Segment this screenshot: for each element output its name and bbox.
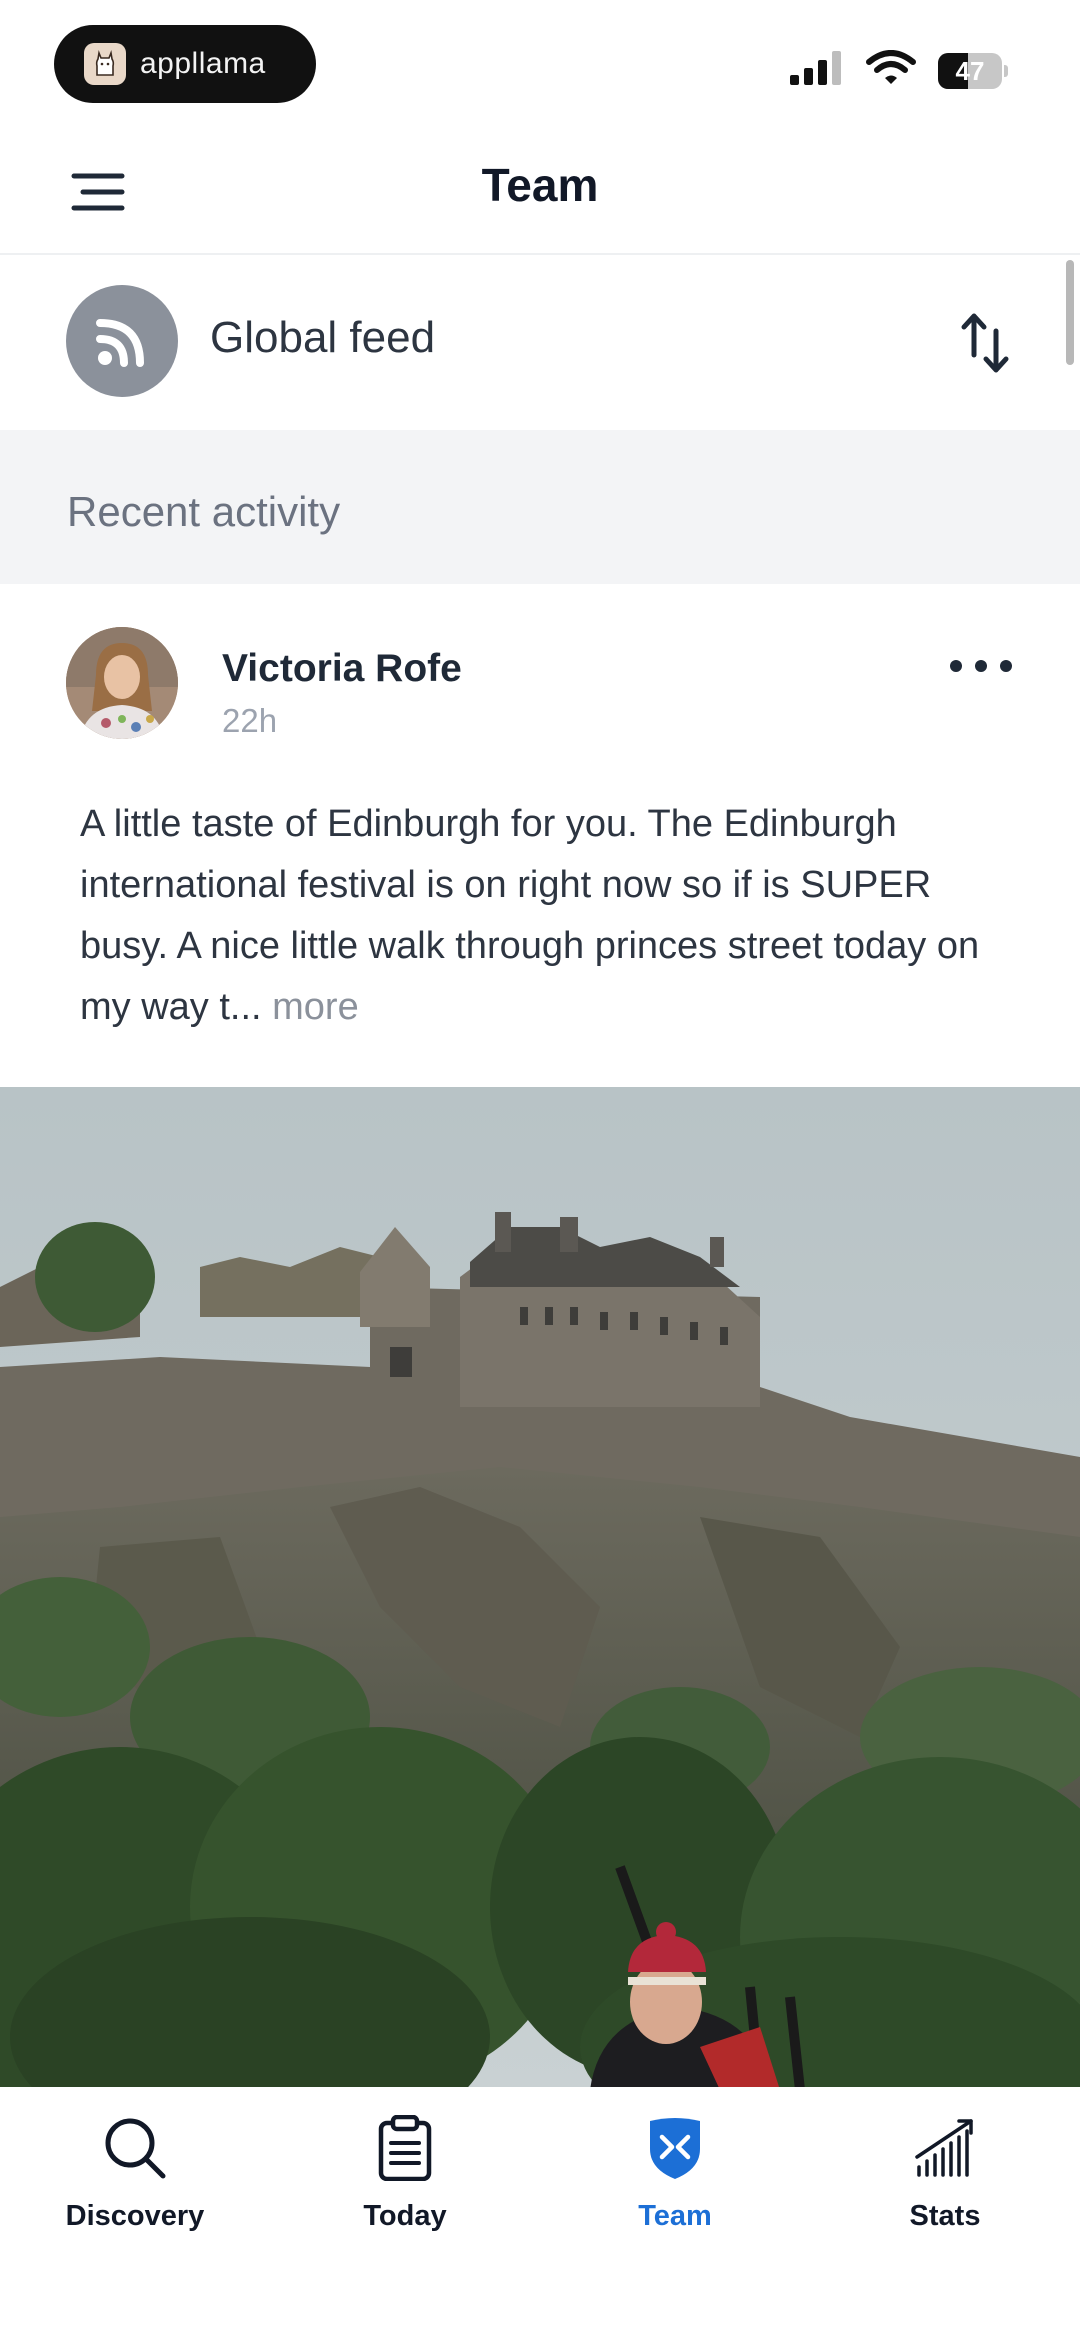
- search-icon: [0, 2112, 270, 2184]
- post-timestamp: 22h: [222, 702, 278, 739]
- cellular-signal-icon: [790, 51, 844, 90]
- sort-arrows-icon[interactable]: [950, 305, 1020, 381]
- recent-activity-section: Recent activity: [0, 430, 1080, 584]
- post-text: A little taste of Edinburgh for you. The…: [80, 803, 980, 1028]
- stats-chart-icon: [810, 2112, 1080, 2184]
- feed-selector[interactable]: Global feed: [0, 255, 1080, 430]
- tab-label: Team: [638, 2200, 712, 2232]
- llama-logo-icon: [84, 43, 126, 85]
- team-shield-icon: [540, 2112, 810, 2184]
- app-name: appllama: [140, 47, 266, 80]
- clipboard-icon: [270, 2112, 540, 2184]
- scrollbar[interactable]: [1066, 260, 1074, 365]
- navigation-header: Team: [0, 130, 1080, 255]
- app-indicator-pill[interactable]: appllama: [54, 25, 316, 103]
- author-name[interactable]: Victoria Rofe: [222, 647, 462, 691]
- post-photo[interactable]: [0, 1087, 1080, 2090]
- more-horizontal-icon[interactable]: [950, 646, 1012, 686]
- tab-today[interactable]: Today: [270, 2112, 540, 2252]
- read-more-link[interactable]: more: [272, 986, 359, 1028]
- tab-discovery[interactable]: Discovery: [0, 2112, 270, 2252]
- tab-team[interactable]: Team: [540, 2112, 810, 2252]
- post-body: A little taste of Edinburgh for you. The…: [80, 794, 1010, 1038]
- status-bar: appllama 47: [0, 0, 1080, 130]
- system-status-icons: 47: [790, 50, 1008, 91]
- tab-label: Discovery: [65, 2200, 205, 2232]
- tab-label: Today: [363, 2200, 447, 2232]
- battery-percentage: 47: [955, 55, 985, 86]
- page-title: Team: [481, 159, 599, 211]
- rss-feed-icon: [66, 285, 178, 397]
- tab-label: Stats: [909, 2200, 981, 2232]
- section-title: Recent activity: [67, 488, 341, 535]
- wifi-icon: [866, 50, 916, 91]
- bottom-tab-bar: Discovery Today Team Stats: [0, 2087, 1080, 2337]
- tab-stats[interactable]: Stats: [810, 2112, 1080, 2252]
- battery-icon: 47: [938, 52, 1008, 89]
- avatar[interactable]: [66, 627, 178, 739]
- feed-label: Global feed: [210, 313, 436, 362]
